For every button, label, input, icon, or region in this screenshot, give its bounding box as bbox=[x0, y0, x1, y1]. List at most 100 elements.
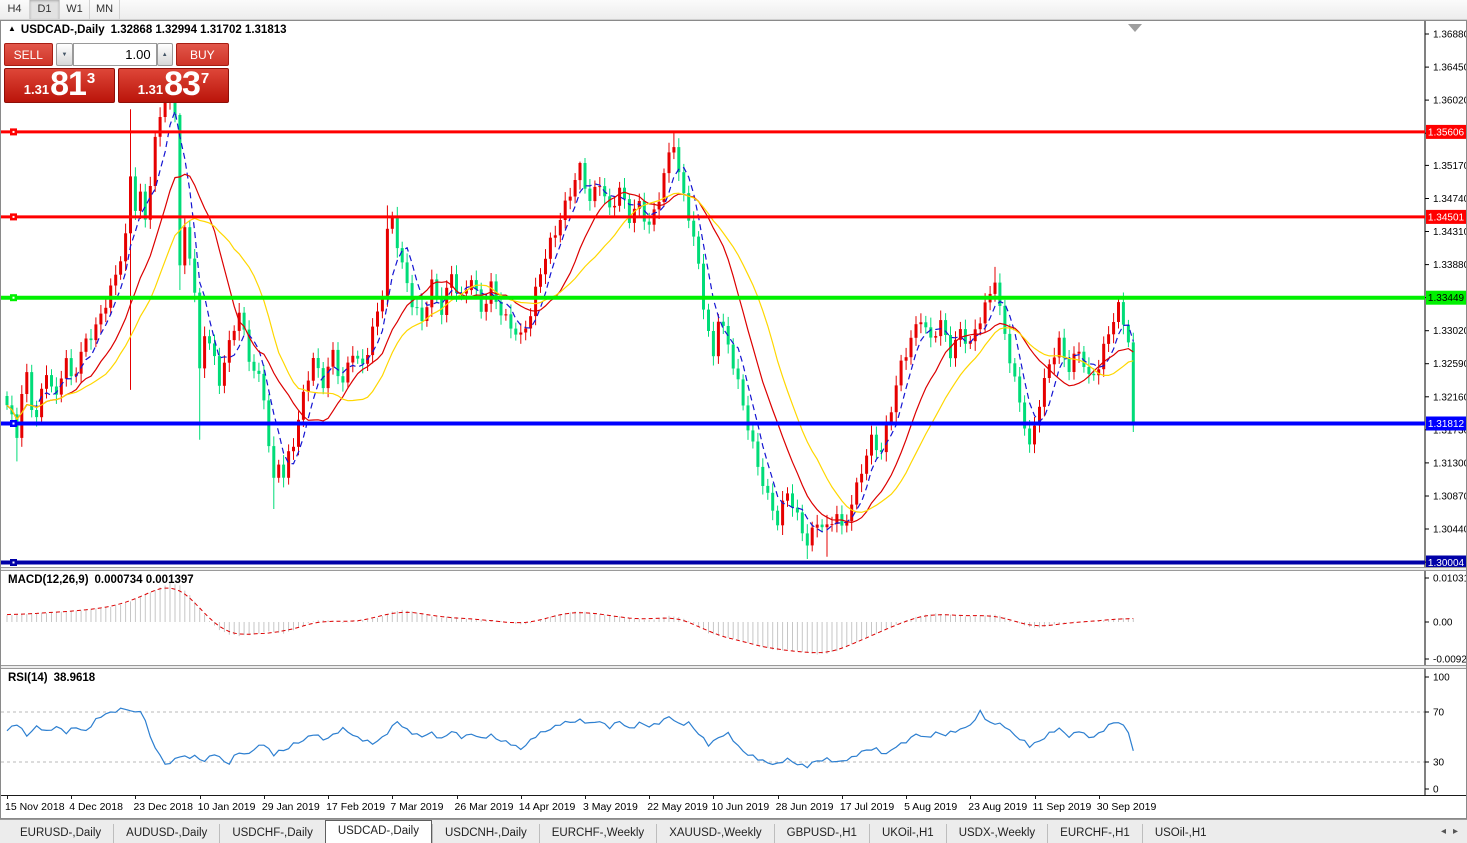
sell-price-pip: 3 bbox=[86, 70, 96, 87]
candlestick bbox=[1077, 351, 1081, 354]
candlestick bbox=[188, 227, 192, 259]
candlestick bbox=[282, 464, 286, 478]
candlestick bbox=[825, 524, 829, 528]
tab-usdx-weekly[interactable]: USDX-,Weekly bbox=[945, 824, 1047, 843]
candlestick bbox=[776, 510, 780, 526]
candlestick bbox=[25, 372, 29, 394]
date-axis-label: 10 Jan 2019 bbox=[197, 801, 256, 813]
date-axis-label: 17 Jul 2019 bbox=[839, 801, 895, 813]
candlestick bbox=[578, 163, 582, 181]
candlestick bbox=[277, 464, 281, 478]
candlestick bbox=[114, 274, 118, 286]
macd-indicator-panel: 0.010311 0.00 -0.009203 MACD(12,26,9) 0.000… bbox=[1, 571, 1466, 665]
candlestick bbox=[133, 176, 137, 211]
candlestick bbox=[1062, 337, 1066, 359]
candlestick bbox=[613, 205, 617, 208]
candlestick bbox=[870, 434, 873, 456]
trading-terminal-window: H4D1W1MN 1.368801.364501.360201.355901.3… bbox=[0, 0, 1467, 843]
date-axis-label: 4 Dec 2018 bbox=[69, 801, 123, 813]
timeframe-button-mn[interactable]: MN bbox=[90, 0, 120, 19]
candlestick bbox=[1008, 333, 1012, 364]
candlestick bbox=[978, 323, 982, 330]
candlestick bbox=[914, 324, 918, 338]
rsi-axis-label: 30 bbox=[1433, 758, 1445, 769]
date-axis-label: 30 Sep 2019 bbox=[1096, 801, 1157, 813]
tab-scroll-right-icon[interactable]: ▸ bbox=[1453, 826, 1458, 837]
buy-button[interactable]: BUY bbox=[175, 43, 229, 66]
candlestick bbox=[479, 289, 483, 312]
date-axis-label: 22 May 2019 bbox=[647, 801, 708, 813]
date-axis-label: 14 Apr 2019 bbox=[518, 801, 576, 813]
date-tick bbox=[649, 796, 651, 799]
candlestick bbox=[341, 376, 345, 383]
chart-tab-list: EURUSD-,Daily AUDUSD-,Daily USDCHF-,Daily U… bbox=[0, 820, 1219, 843]
timeframe-button-h4[interactable]: H4 bbox=[0, 0, 30, 19]
sell-button[interactable]: SELL bbox=[4, 43, 53, 66]
candlestick bbox=[158, 117, 162, 137]
candlestick bbox=[504, 314, 508, 316]
tab-usdcad-daily[interactable]: USDCAD-,Daily bbox=[324, 820, 432, 843]
candlestick bbox=[148, 186, 152, 220]
price-axis-label: 1.36450 bbox=[1433, 63, 1466, 74]
candlestick bbox=[1107, 334, 1111, 344]
candlestick bbox=[860, 473, 864, 483]
tab-usdcnh-daily[interactable]: USDCNH-,Daily bbox=[431, 824, 539, 843]
candlestick bbox=[746, 405, 750, 431]
candlestick bbox=[850, 504, 854, 522]
candlestick bbox=[830, 524, 834, 526]
candlestick bbox=[707, 309, 710, 331]
candlestick bbox=[64, 358, 68, 379]
tab-eurusd-daily[interactable]: EURUSD-,Daily bbox=[8, 824, 113, 843]
chart-shift-marker-icon[interactable] bbox=[1128, 24, 1142, 32]
candlestick bbox=[810, 527, 814, 546]
candlestick bbox=[119, 261, 123, 275]
collapse-trade-widget-icon[interactable]: ▲ bbox=[8, 24, 16, 33]
chart-ohlc-values: 1.32868 1.32994 1.31702 1.31813 bbox=[110, 24, 287, 36]
candlestick bbox=[865, 455, 869, 474]
candlestick bbox=[124, 233, 128, 262]
candlestick bbox=[1117, 302, 1120, 322]
candlestick bbox=[855, 482, 859, 505]
chart-symbol-label: USDCAD-,Daily bbox=[20, 24, 105, 36]
price-axis-label: 1.34740 bbox=[1433, 194, 1466, 205]
date-axis-label: 23 Dec 2018 bbox=[133, 801, 193, 813]
hline-anchor-dot bbox=[12, 130, 15, 133]
tab-gbpusd-h1[interactable]: GBPUSD-,H1 bbox=[773, 824, 869, 843]
tab-audusd-daily[interactable]: AUDUSD-,Daily bbox=[113, 824, 219, 843]
candlestick bbox=[514, 328, 518, 335]
timeframe-button-d1[interactable]: D1 bbox=[30, 0, 60, 19]
tab-usoil-h1[interactable]: USOil-,H1 bbox=[1141, 824, 1219, 843]
tab-scroll-left-icon[interactable]: ◂ bbox=[1441, 826, 1446, 837]
candlestick bbox=[331, 349, 335, 367]
tab-usdchf-daily[interactable]: USDCHF-,Daily bbox=[219, 824, 325, 843]
price-axis-label: 1.36020 bbox=[1433, 96, 1466, 107]
candlestick bbox=[153, 136, 157, 186]
candlestick bbox=[395, 216, 399, 249]
volume-increase-button[interactable]: ▲ bbox=[156, 43, 173, 66]
buy-price-button[interactable]: 1.31 83 7 bbox=[118, 67, 229, 103]
candlestick bbox=[781, 500, 785, 526]
volume-decrease-button[interactable]: ▼ bbox=[56, 43, 73, 66]
tab-eurchf-weekly[interactable]: EURCHF-,Weekly bbox=[538, 824, 656, 843]
volume-input[interactable] bbox=[72, 43, 157, 66]
sell-price-button[interactable]: 1.31 81 3 bbox=[4, 67, 115, 103]
candlestick bbox=[1013, 363, 1017, 377]
tab-ukoil-h1[interactable]: UKOil-,H1 bbox=[868, 824, 946, 843]
candlestick bbox=[499, 301, 503, 316]
sell-price-prefix: 1.31 bbox=[23, 82, 50, 97]
timeframe-button-w1[interactable]: W1 bbox=[60, 0, 90, 19]
candlestick bbox=[445, 287, 449, 315]
tab-xauusd-weekly[interactable]: XAUUSD-,Weekly bbox=[656, 824, 773, 843]
price-axis-label: 1.34310 bbox=[1433, 227, 1466, 238]
chart-window: 1.368801.364501.360201.355901.351701.347… bbox=[0, 20, 1467, 819]
candlestick bbox=[647, 221, 651, 225]
tab-eurchf-h1[interactable]: EURCHF-,H1 bbox=[1047, 824, 1142, 843]
candlestick bbox=[1092, 373, 1096, 376]
date-tick bbox=[199, 796, 201, 799]
candlestick bbox=[84, 338, 88, 352]
candlestick bbox=[598, 186, 602, 188]
candlestick bbox=[1072, 353, 1076, 372]
price-badge-label: 1.34501 bbox=[1428, 212, 1465, 223]
candlestick bbox=[800, 512, 804, 534]
candlestick bbox=[1057, 337, 1061, 358]
